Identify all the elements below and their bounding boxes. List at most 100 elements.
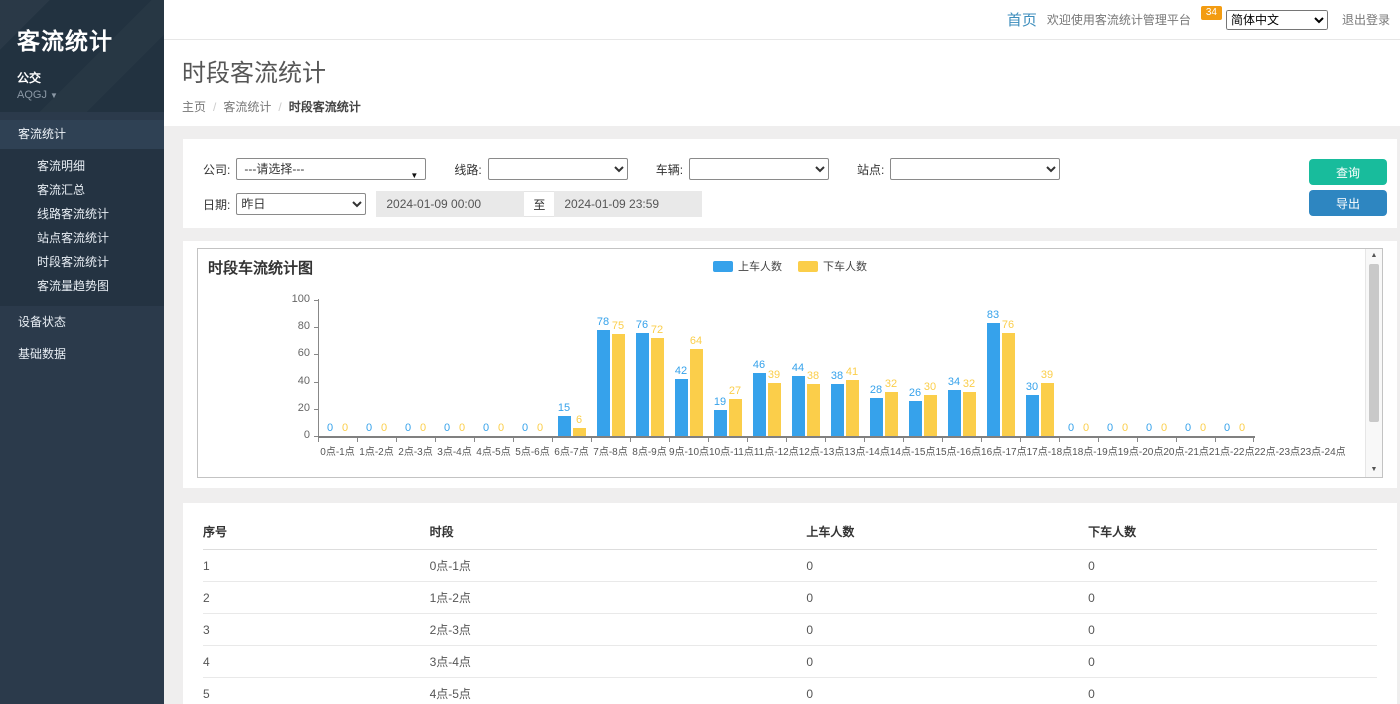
bar-value-label: 0 <box>420 422 426 435</box>
bar-value-label: 0 <box>459 422 465 435</box>
notification-badge[interactable]: 34 <box>1201 6 1222 20</box>
x-tick-mark <box>825 438 864 442</box>
bar-column: 30 <box>924 300 937 436</box>
sidebar-item-base-data[interactable]: 基础数据 <box>0 338 164 370</box>
home-link[interactable]: 首页 <box>1007 9 1037 30</box>
filter-row-1: 公司: ---请选择--- ▼ 线路: 车辆: <box>203 158 1297 180</box>
table-cell: 0 <box>1088 582 1377 614</box>
sidebar-subitem[interactable]: 客流量趋势图 <box>0 274 164 298</box>
company-select[interactable]: ---请选择--- ▼ <box>236 158 426 180</box>
bar[interactable] <box>729 399 742 436</box>
bar[interactable] <box>573 428 586 436</box>
bar[interactable] <box>612 334 625 436</box>
bar-column: 0 <box>363 300 376 436</box>
bar[interactable] <box>924 395 937 436</box>
line-select[interactable] <box>488 158 628 180</box>
x-axis-label-text: 19点-20点 <box>1118 443 1164 458</box>
bar-column: 0 <box>1104 300 1117 436</box>
bar-column: 0 <box>534 300 547 436</box>
bar-value-label: 38 <box>807 370 819 383</box>
scroll-down-icon[interactable]: ▼ <box>1366 463 1382 477</box>
bar[interactable] <box>948 390 961 436</box>
bar[interactable] <box>909 401 922 436</box>
bar[interactable] <box>675 379 688 436</box>
bar[interactable] <box>807 384 820 436</box>
bar[interactable] <box>651 338 664 436</box>
bar[interactable] <box>846 380 859 436</box>
table-cell: 0 <box>806 550 1088 582</box>
bar-column: 0 <box>324 300 337 436</box>
bar-value-label: 0 <box>1161 422 1167 435</box>
bar-value-label: 0 <box>1146 422 1152 435</box>
line-label: 线路: <box>454 161 481 178</box>
bar[interactable] <box>987 323 1000 436</box>
sidebar-subitem[interactable]: 客流明细 <box>0 154 164 178</box>
date-to-input[interactable] <box>554 191 702 217</box>
x-axis-label-text: 16点-17点 <box>981 443 1027 458</box>
table-header-cell: 时段 <box>430 511 807 550</box>
y-tick-mark <box>314 382 318 383</box>
scroll-up-icon[interactable]: ▲ <box>1366 249 1382 263</box>
logout-link[interactable]: 退出登录 <box>1342 11 1390 28</box>
bar[interactable] <box>1026 395 1039 436</box>
bar[interactable] <box>714 410 727 436</box>
language-select[interactable]: 简体中文 <box>1226 10 1328 30</box>
x-axis-label-text: 8点-9点 <box>632 443 666 458</box>
bar-value-label: 34 <box>948 376 960 389</box>
date-preset-select[interactable]: 昨日 <box>236 193 366 215</box>
org-code-dropdown[interactable]: AQGJ ▼ <box>17 89 148 101</box>
date-from-input[interactable] <box>376 191 524 217</box>
table-row: 54点-5点00 <box>203 678 1377 704</box>
bar[interactable] <box>1002 333 1015 436</box>
bar-value-label: 76 <box>1002 319 1014 332</box>
bar-column: 6 <box>573 300 586 436</box>
x-axis-label: 21点-22点 <box>1209 443 1255 458</box>
bar-value-label: 6 <box>576 414 582 427</box>
query-button[interactable]: 查询 <box>1309 159 1387 185</box>
x-tick-mark <box>396 438 435 442</box>
x-tick-mark <box>552 438 591 442</box>
sidebar-subitem[interactable]: 线路客流统计 <box>0 202 164 226</box>
sidebar-subitem[interactable]: 时段客流统计 <box>0 250 164 274</box>
breadcrumb-item[interactable]: 主页 <box>182 100 206 114</box>
content: 公司: ---请选择--- ▼ 线路: 车辆: <box>164 126 1400 704</box>
chart-category-group: 00 <box>396 300 435 436</box>
scrollbar-thumb[interactable] <box>1369 264 1379 422</box>
sidebar-item-device-status[interactable]: 设备状态 <box>0 306 164 338</box>
bar[interactable] <box>768 383 781 436</box>
bar[interactable] <box>792 376 805 436</box>
chart-category-group: 4639 <box>747 300 786 436</box>
sidebar-item-passenger-stats[interactable]: 客流统计 <box>0 120 164 149</box>
x-axis-label-text: 14点-15点 <box>890 443 936 458</box>
x-axis-label-text: 12点-13点 <box>799 443 845 458</box>
bar-value-label: 27 <box>729 385 741 398</box>
bar[interactable] <box>831 384 844 436</box>
table-cell: 5 <box>203 678 430 704</box>
sidebar-subitem[interactable]: 客流汇总 <box>0 178 164 202</box>
x-tick-mark <box>435 438 474 442</box>
x-axis-label: 9点-10点 <box>669 443 709 458</box>
bar[interactable] <box>870 398 883 436</box>
bar[interactable] <box>1041 383 1054 436</box>
bar[interactable] <box>963 392 976 436</box>
bar[interactable] <box>885 392 898 436</box>
bar-column: 0 <box>1182 300 1195 436</box>
bar[interactable] <box>558 416 571 436</box>
chart-category-group: 00 <box>1137 300 1176 436</box>
bar-value-label: 72 <box>651 324 663 337</box>
bar[interactable] <box>636 333 649 436</box>
bar[interactable] <box>753 373 766 436</box>
chart-category-group: 4438 <box>786 300 825 436</box>
station-select[interactable] <box>890 158 1060 180</box>
sidebar-subitem[interactable]: 站点客流统计 <box>0 226 164 250</box>
bar-column: 0 <box>1158 300 1171 436</box>
vehicle-select[interactable] <box>689 158 829 180</box>
bar-column: 0 <box>1143 300 1156 436</box>
table-cell: 4点-5点 <box>430 678 807 704</box>
export-button[interactable]: 导出 <box>1309 190 1387 216</box>
bar[interactable] <box>690 349 703 436</box>
bar[interactable] <box>597 330 610 436</box>
chart-scrollbar[interactable]: ▲ ▼ <box>1365 249 1382 477</box>
bar-value-label: 19 <box>714 396 726 409</box>
breadcrumb-item[interactable]: 客流统计 <box>223 100 271 114</box>
